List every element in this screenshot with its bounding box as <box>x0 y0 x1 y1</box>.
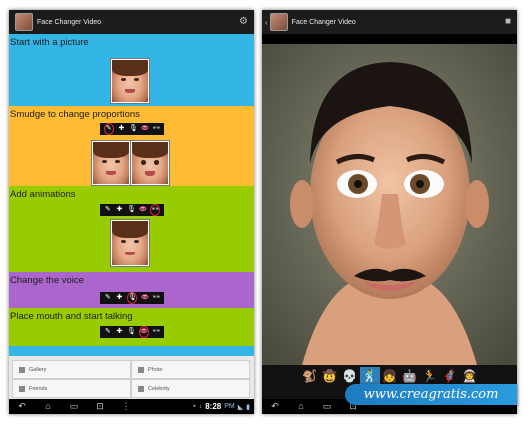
cowboy-icon[interactable]: 🤠 <box>320 367 340 385</box>
face-preview[interactable] <box>262 44 517 365</box>
astronaut-icon[interactable]: 👨‍🚀 <box>460 367 480 385</box>
home-icon[interactable]: ⌂ <box>288 399 314 414</box>
robot-icon[interactable]: 🤖 <box>400 367 420 385</box>
microphone-icon[interactable]: 🎙 <box>129 124 138 134</box>
download-icon: ↓ <box>198 403 203 410</box>
section-mouth: Place mouth and start talking ✎ ✚ 🎙 👄 👓 <box>9 308 254 346</box>
search-icon <box>138 385 144 392</box>
face-thumbnail-after <box>131 141 169 185</box>
skeleton-icon[interactable]: 💀 <box>340 367 360 385</box>
video-camera-icon[interactable]: ■ <box>505 15 511 29</box>
battery-icon: ▮ <box>246 403 250 411</box>
section-title: Change the voice <box>10 275 84 286</box>
app-icon[interactable] <box>269 13 288 31</box>
section-animations: Add animations ✎ ✚ 🎙 👄 👓 <box>9 186 254 272</box>
section-title: Add animations <box>10 189 76 200</box>
photo-button[interactable]: Photo <box>131 360 250 379</box>
gallery-button[interactable]: Gallery <box>12 360 131 379</box>
right-app-title: Face Changer Video <box>291 18 356 26</box>
section-start-picture: Start with a picture <box>9 34 254 106</box>
back-icon[interactable]: ↶ <box>262 399 288 414</box>
section-title: Smudge to change proportions <box>10 109 140 120</box>
gallery-icon <box>19 366 25 373</box>
back-icon[interactable]: ↶ <box>9 399 35 414</box>
dancer-icon[interactable]: 🕺 <box>359 367 380 385</box>
glasses-icon[interactable]: 👓 <box>152 293 161 303</box>
facebook-icon <box>19 385 25 392</box>
face-render <box>262 44 517 365</box>
lips-icon[interactable]: 👄 <box>139 205 148 215</box>
section-filler <box>9 346 254 356</box>
move-icon[interactable]: ✚ <box>115 205 123 215</box>
runner-icon[interactable]: 🏃 <box>420 367 440 385</box>
monkey-icon[interactable]: 🐒 <box>300 367 320 385</box>
lips-icon[interactable]: 👄 <box>141 124 150 134</box>
lips-icon[interactable]: 👄 <box>138 326 149 338</box>
girl-icon[interactable]: 👧 <box>380 367 400 385</box>
recent-apps-icon[interactable]: ▭ <box>314 399 340 414</box>
section-title: Place mouth and start talking <box>10 311 133 322</box>
section-smudge: Smudge to change proportions ✎ ✚ 🎙 👄 👓 <box>9 106 254 186</box>
microphone-icon[interactable]: 🎙 <box>127 205 136 215</box>
animation-icon-list: 🐒 🤠 💀 🕺 👧 🤖 🏃 🦸 👨‍🚀 <box>262 367 517 385</box>
face-thumbnail-before <box>92 141 130 185</box>
source-picker: Gallery Photo Friends Celebrity <box>9 356 254 401</box>
up-caret-icon[interactable]: ‹ <box>265 18 268 27</box>
move-icon[interactable]: ✚ <box>117 124 125 134</box>
smudge-icon[interactable]: ✎ <box>104 327 112 337</box>
wifi-icon: ◣ <box>237 403 244 411</box>
app-icon[interactable] <box>15 13 33 31</box>
face-thumbnail <box>111 59 149 103</box>
face-thumbnail-animated <box>111 220 149 266</box>
celebrity-button[interactable]: Celebrity <box>131 379 250 398</box>
smudge-icon[interactable]: ✎ <box>103 123 114 135</box>
tool-strip: ✎ ✚ 🎙 👄 👓 <box>100 326 164 338</box>
menu-icon[interactable]: ⋮ <box>113 399 139 414</box>
left-action-bar: Face Changer Video ⚙ <box>9 10 254 34</box>
tool-strip: ✎ ✚ 🎙 👄 👓 <box>100 123 164 135</box>
camera-icon <box>138 366 144 373</box>
home-icon[interactable]: ⌂ <box>35 399 61 414</box>
glasses-icon[interactable]: 👓 <box>152 327 161 337</box>
hero-icon[interactable]: 🦸 <box>440 367 460 385</box>
left-app-title: Face Changer Video <box>37 18 102 26</box>
clock: 8:28 <box>205 402 222 411</box>
notification-icon: ▪ <box>193 403 196 410</box>
section-voice: Change the voice ✎ ✚ 🎙 👄 👓 <box>9 272 254 308</box>
friends-button[interactable]: Friends <box>12 379 131 398</box>
smudge-icon[interactable]: ✎ <box>104 293 112 303</box>
lips-icon[interactable]: 👄 <box>141 293 150 303</box>
glasses-icon[interactable]: 👓 <box>150 204 161 216</box>
smudge-icon[interactable]: ✎ <box>104 205 112 215</box>
left-tablet-screen: Face Changer Video ⚙ Start with a pictur… <box>9 10 254 414</box>
right-action-bar: ‹ Face Changer Video ■ <box>262 10 517 34</box>
move-icon[interactable]: ✚ <box>115 293 123 303</box>
microphone-icon[interactable]: 🎙 <box>127 327 136 337</box>
tool-strip: ✎ ✚ 🎙 👄 👓 <box>100 292 164 304</box>
status-area: ▪ ↓ 8:28 PM ◣ ▮ <box>193 399 250 414</box>
watermark-banner: www.creagratis.com <box>345 384 517 405</box>
microphone-icon[interactable]: 🎙 <box>126 292 137 304</box>
settings-sliders-icon[interactable]: ⚙ <box>239 15 248 29</box>
clock-suffix: PM <box>224 403 235 410</box>
glasses-icon[interactable]: 👓 <box>152 124 161 134</box>
left-system-bar: ↶ ⌂ ▭ ⊡ ⋮ ▪ ↓ 8:28 PM ◣ ▮ <box>9 399 254 414</box>
right-tablet-screen: ‹ Face Changer Video ■ 🐒 🤠 💀 🕺 👧 🤖 🏃 🦸 👨… <box>262 10 517 414</box>
move-icon[interactable]: ✚ <box>115 327 123 337</box>
recent-apps-icon[interactable]: ▭ <box>61 399 87 414</box>
section-title: Start with a picture <box>10 37 89 48</box>
tool-strip: ✎ ✚ 🎙 👄 👓 <box>100 204 164 216</box>
preview-top-gap <box>262 34 517 44</box>
screenshot-icon[interactable]: ⊡ <box>87 399 113 414</box>
